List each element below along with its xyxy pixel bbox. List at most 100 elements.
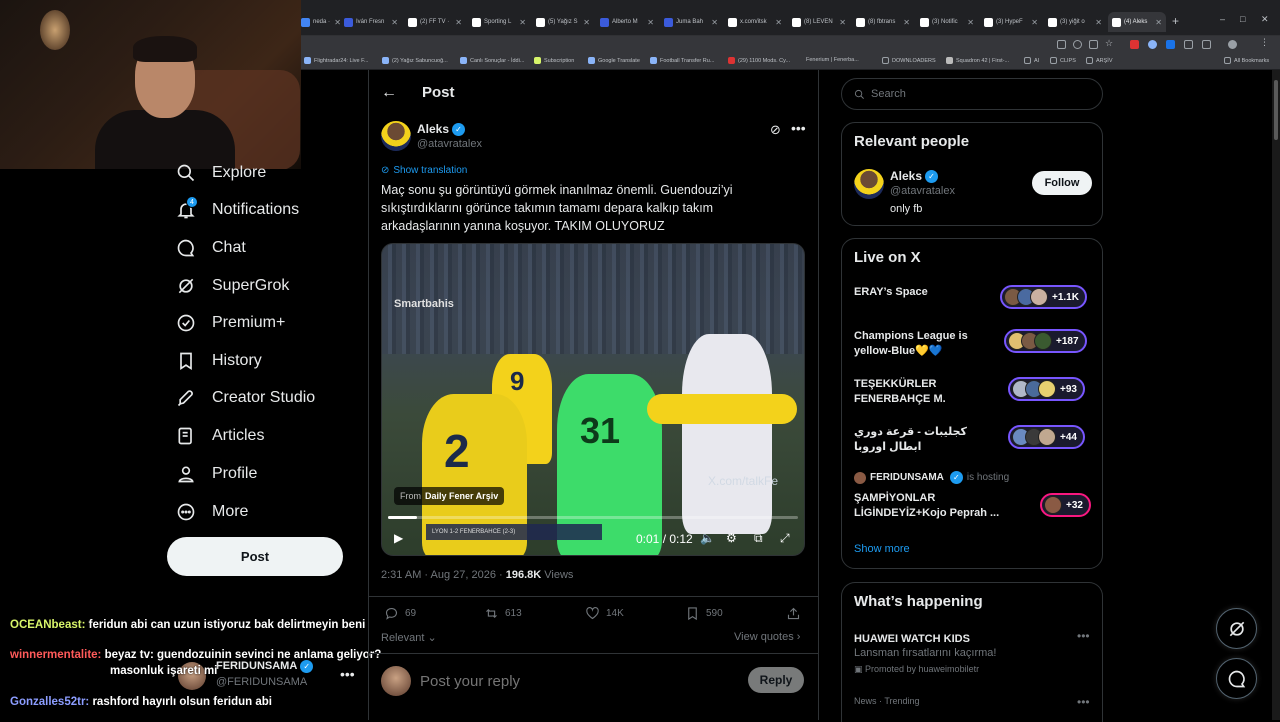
browser-tab[interactable]: (3) yiğit o ✕ bbox=[1048, 12, 1102, 32]
reply-input[interactable] bbox=[418, 672, 718, 691]
space-listeners-pill[interactable]: +32 bbox=[1040, 493, 1091, 517]
tab-close-icon[interactable]: ✕ bbox=[647, 18, 654, 27]
reply-action[interactable]: 69 bbox=[384, 606, 416, 621]
browser-tab[interactable]: (2) FF TV · ✕ bbox=[408, 12, 462, 32]
browser-tab-active[interactable]: (4) Aleks ✕ bbox=[1108, 12, 1166, 32]
like-action[interactable]: 14K bbox=[585, 606, 624, 621]
repost-action[interactable]: 613 bbox=[484, 606, 522, 621]
more-horizontal-icon[interactable]: ••• bbox=[340, 666, 355, 682]
nav-supergrok[interactable]: SuperGrok bbox=[174, 271, 289, 301]
profile-avatar-icon[interactable] bbox=[1228, 40, 1237, 49]
volume-icon[interactable]: 🔈 bbox=[700, 531, 715, 545]
avatar[interactable] bbox=[854, 169, 884, 199]
bookmark-star-icon[interactable]: ☆ bbox=[1105, 38, 1114, 48]
settings-gear-icon[interactable]: ⚙ bbox=[726, 531, 737, 545]
browser-tab[interactable]: x.com/itsk ✕ bbox=[728, 12, 782, 32]
browser-menu-icon[interactable]: ⋮ bbox=[1260, 37, 1269, 47]
space-title[interactable]: كجليبات - قرعة دوري ابطال اوروبا bbox=[854, 425, 984, 455]
tab-close-icon[interactable]: ✕ bbox=[1031, 18, 1038, 27]
grok-floating-button[interactable] bbox=[1216, 608, 1257, 649]
bookmark-folder[interactable]: DOWNLOADERS bbox=[882, 57, 936, 64]
page-scrollbar[interactable] bbox=[1272, 70, 1280, 720]
bookmark-item[interactable]: Canlı Sonuçlar - İddi... bbox=[460, 57, 524, 64]
browser-tab[interactable]: (8) fbtrans ✕ bbox=[856, 12, 910, 32]
space-listeners-pill[interactable]: +44 bbox=[1008, 425, 1085, 449]
window-close-icon[interactable]: ✕ bbox=[1261, 14, 1269, 25]
bookmark-folder[interactable]: CLIPS bbox=[1050, 57, 1076, 64]
nav-articles[interactable]: Articles bbox=[174, 421, 264, 451]
bookmark-item[interactable]: Flightradar24: Live F... bbox=[304, 57, 368, 64]
tab-close-icon[interactable]: ✕ bbox=[334, 18, 341, 27]
author-name[interactable]: Aleks ✓ bbox=[417, 122, 466, 136]
more-horizontal-icon[interactable]: ••• bbox=[1077, 695, 1090, 709]
video-progress-bar[interactable] bbox=[388, 516, 798, 519]
scrollbar-thumb[interactable] bbox=[1274, 80, 1278, 140]
space-title[interactable]: TEŞEKKÜRLER FENERBAHÇE M. bbox=[854, 377, 1004, 407]
view-quotes-link[interactable]: View quotes › bbox=[734, 631, 800, 643]
author-handle[interactable]: @atavratalex bbox=[417, 138, 482, 150]
maximize-icon[interactable]: □ bbox=[1240, 14, 1245, 24]
tab-close-icon[interactable]: ✕ bbox=[455, 18, 462, 27]
all-bookmarks[interactable]: All Bookmarks bbox=[1224, 57, 1269, 64]
nav-premium[interactable]: Premium+ bbox=[174, 308, 285, 338]
more-horizontal-icon[interactable]: ••• bbox=[1077, 629, 1090, 643]
bookmark-action[interactable]: 590 bbox=[685, 606, 723, 621]
picture-in-picture-icon[interactable]: ⧉ bbox=[754, 531, 763, 546]
google-lens-icon[interactable] bbox=[1057, 40, 1066, 49]
bookmark-folder[interactable]: ARŞİV bbox=[1086, 57, 1113, 64]
nav-profile[interactable]: Profile bbox=[174, 459, 257, 489]
bookmark-item[interactable]: Subscription bbox=[534, 57, 574, 64]
bookmark-item[interactable]: Football Transfer Ru... bbox=[650, 57, 714, 64]
install-app-icon[interactable] bbox=[1089, 40, 1098, 49]
play-icon[interactable]: ▶ bbox=[394, 531, 403, 545]
zoom-icon[interactable] bbox=[1073, 40, 1082, 49]
space-listeners-pill[interactable]: +93 bbox=[1008, 377, 1085, 401]
tab-close-icon[interactable]: ✕ bbox=[1155, 18, 1162, 27]
bookmark-folder[interactable]: AI bbox=[1024, 57, 1039, 64]
back-arrow-icon[interactable]: ← bbox=[381, 84, 397, 102]
nav-history[interactable]: History bbox=[174, 346, 262, 376]
space-title[interactable]: ERAY’s Space bbox=[854, 285, 1004, 300]
compose-post-button[interactable]: Post bbox=[167, 537, 343, 576]
fullscreen-icon[interactable]: ⤢ bbox=[780, 531, 790, 546]
extensions-puzzle-icon[interactable] bbox=[1202, 40, 1211, 49]
show-translation-link[interactable]: ⊘ Show translation bbox=[381, 165, 467, 176]
extension-icon[interactable] bbox=[1148, 40, 1157, 49]
browser-tab[interactable]: (3) Notific ✕ bbox=[920, 12, 974, 32]
tab-close-icon[interactable]: ✕ bbox=[775, 18, 782, 27]
grok-icon[interactable]: ⊘ bbox=[770, 122, 781, 138]
space-listeners-pill[interactable]: +1.1K bbox=[1000, 285, 1087, 309]
extension-icon[interactable] bbox=[1130, 40, 1139, 49]
tab-close-icon[interactable]: ✕ bbox=[839, 18, 846, 27]
minimize-icon[interactable]: – bbox=[1220, 14, 1225, 24]
nav-creator-studio[interactable]: Creator Studio bbox=[174, 383, 315, 413]
share-action[interactable] bbox=[786, 606, 807, 621]
tab-close-icon[interactable]: ✕ bbox=[391, 18, 398, 27]
browser-tab[interactable]: (8) LEVEN ✕ bbox=[792, 12, 846, 32]
follow-button[interactable]: Follow bbox=[1032, 171, 1092, 195]
nav-chat[interactable]: Chat bbox=[174, 233, 246, 263]
extension-icon[interactable] bbox=[1166, 40, 1175, 49]
space-listeners-pill[interactable]: +187 bbox=[1004, 329, 1087, 353]
video-source-pill[interactable]: From Daily Fener Arşiv bbox=[394, 487, 505, 505]
browser-tab[interactable]: Iván Fresn ✕ bbox=[344, 12, 398, 32]
browser-tab[interactable]: Juma Bah ✕ bbox=[664, 12, 718, 32]
tab-close-icon[interactable]: ✕ bbox=[967, 18, 974, 27]
browser-tab[interactable]: (5) Yağız S ✕ bbox=[536, 12, 590, 32]
show-more-link[interactable]: Show more bbox=[854, 543, 910, 555]
tab-close-icon[interactable]: ✕ bbox=[903, 18, 910, 27]
person-handle[interactable]: @atavratalex bbox=[890, 185, 955, 197]
nav-more[interactable]: More bbox=[174, 497, 248, 527]
space-title[interactable]: Champions League is yellow-Blue💛💙 bbox=[854, 329, 1004, 359]
tab-close-icon[interactable]: ✕ bbox=[583, 18, 590, 27]
search-box[interactable]: Search bbox=[841, 78, 1103, 110]
browser-tab[interactable]: (3) HypeF ✕ bbox=[984, 12, 1038, 32]
bookmark-item[interactable]: (29) 1100 Mods. Cy... bbox=[728, 57, 790, 64]
space-title[interactable]: ŞAMPİYONLAR LİGİNDEYİZ+Kojo Peprah ... bbox=[854, 491, 1004, 521]
video-player[interactable]: Smartbahis 2 9 31 X.com/talkFe From Daily… bbox=[381, 243, 805, 556]
messages-floating-button[interactable] bbox=[1216, 658, 1257, 699]
extension-icon[interactable] bbox=[1184, 40, 1193, 49]
browser-tab[interactable]: Sporting L ✕ bbox=[472, 12, 526, 32]
trend-title[interactable]: HUAWEI WATCH KIDS bbox=[854, 633, 970, 645]
tab-close-icon[interactable]: ✕ bbox=[1095, 18, 1102, 27]
